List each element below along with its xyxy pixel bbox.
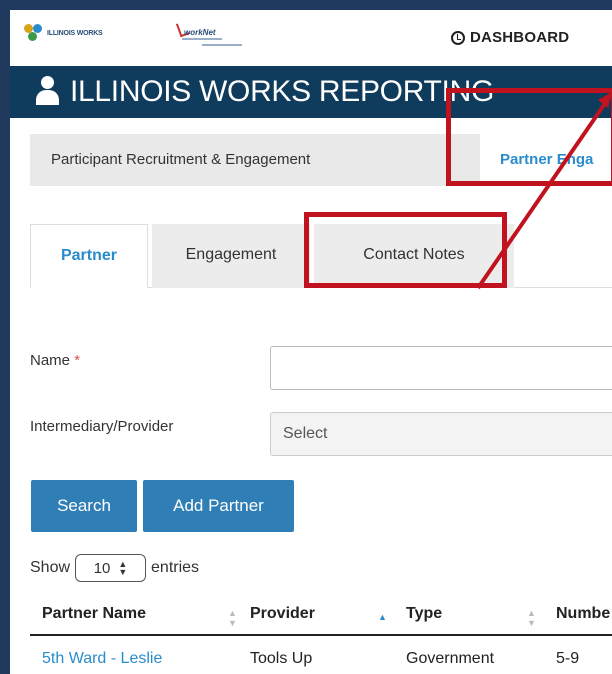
provider-select-placeholder: Select [283, 425, 328, 442]
column-partner-name[interactable]: Partner Name [42, 592, 146, 636]
highlight-partner-engagement [446, 88, 612, 186]
entries-label: entries [151, 559, 200, 576]
top-bar: ILLINOIS WORKS workNet DASHBOARD [10, 10, 612, 66]
dashboard-label: DASHBOARD [470, 29, 570, 46]
nav-participant-recruitment[interactable]: Participant Recruitment & Engagement [51, 134, 310, 186]
name-label: Name * [30, 352, 80, 369]
sort-ascending-icon[interactable]: ▲ [378, 612, 387, 622]
partner-name-link[interactable]: 5th Ward - Leslie [42, 650, 162, 668]
number-cell: 5-9 [556, 650, 580, 667]
name-input[interactable] [270, 346, 612, 390]
entries-control: Show 10 ▲ ▼ entries [30, 554, 199, 582]
table-row: 5th Ward - Leslie Tools Up Government 5-… [30, 636, 612, 674]
provider-cell: Tools Up [250, 650, 313, 667]
required-marker: * [74, 352, 81, 369]
entries-value: 10 [93, 559, 111, 577]
name-label-text: Name [30, 352, 71, 369]
entries-select[interactable]: 10 ▲ ▼ [75, 554, 147, 582]
updown-icon: ▲ ▼ [118, 559, 128, 577]
tab-engagement[interactable]: Engagement [152, 224, 310, 288]
column-provider[interactable]: Provider [250, 592, 315, 636]
table-header: Partner Name ▲ ▼ Provider ▲ Type ▲ ▼ Numbe [30, 592, 612, 636]
search-button[interactable]: Search [31, 480, 137, 532]
highlight-contact-notes [304, 212, 507, 288]
user-icon [34, 76, 60, 106]
worknet-logo[interactable]: workNet [172, 18, 252, 48]
sort-icon[interactable]: ▲ ▼ [527, 608, 536, 628]
provider-select[interactable]: Select [270, 412, 612, 456]
logo-text: ILLINOIS WORKS [47, 29, 103, 37]
provider-label: Intermediary/Provider [30, 418, 174, 435]
sort-icon[interactable]: ▲ ▼ [228, 608, 237, 628]
column-type[interactable]: Type [406, 592, 442, 636]
add-partner-button[interactable]: Add Partner [143, 480, 294, 532]
tab-partner[interactable]: Partner [30, 224, 148, 288]
page-title: ILLINOIS WORKS REPORTING [70, 75, 494, 108]
column-number[interactable]: Numbe [556, 592, 610, 636]
type-cell: Government [406, 650, 495, 667]
clock-icon [451, 30, 465, 45]
logo-dots-icon [24, 24, 44, 42]
show-label: Show [30, 559, 71, 576]
dashboard-link[interactable]: DASHBOARD [451, 29, 569, 46]
worknet-logo-text: workNet [184, 28, 216, 37]
illinois-works-logo[interactable]: ILLINOIS WORKS [24, 24, 103, 42]
